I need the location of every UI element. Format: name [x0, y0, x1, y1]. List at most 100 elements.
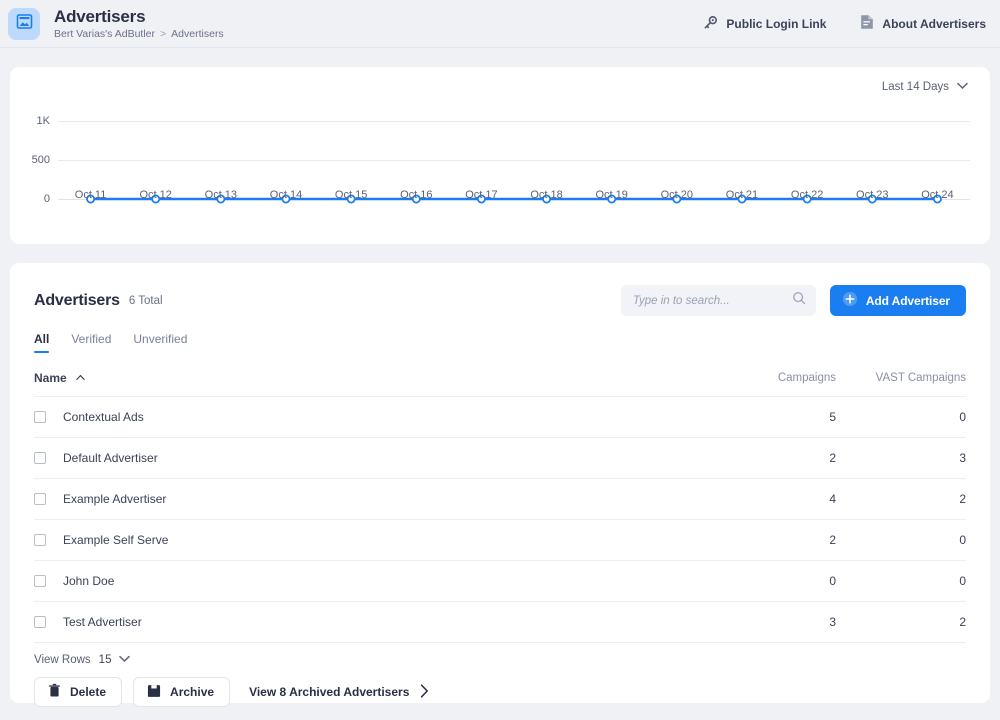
table-header-row: Name Campaigns VAST Campaigns: [34, 360, 966, 397]
key-icon: [703, 15, 718, 33]
row-name-cell: Default Advertiser: [34, 437, 701, 479]
advertiser-name[interactable]: John Doe: [63, 574, 114, 588]
view-rows-value: 15: [98, 654, 112, 666]
vast-campaigns-count: 0: [836, 396, 966, 438]
vast-campaigns-count: 0: [836, 560, 966, 602]
breadcrumb: Bert Varias's AdButler > Advertisers: [54, 28, 703, 40]
archive-label: Archive: [170, 685, 215, 699]
breadcrumb-separator: >: [160, 28, 167, 40]
tab-all[interactable]: All: [34, 332, 50, 353]
about-advertisers-label: About Advertisers: [882, 16, 986, 31]
x-tick: Oct 12: [139, 189, 172, 201]
search-box[interactable]: [620, 285, 816, 316]
campaigns-count: 2: [701, 519, 836, 561]
table-footer: View Rows 15 Delete Archive View 8 Archi…: [34, 654, 966, 707]
view-rows-selector[interactable]: View Rows 15: [34, 654, 966, 666]
row-name-cell: Example Self Serve: [34, 519, 701, 561]
add-advertiser-label: Add Advertiser: [865, 293, 950, 308]
vast-campaigns-count: 3: [836, 437, 966, 479]
chart-card: Last 14 Days 1K 500 0 Oct 11 Oct 12 Oct …: [10, 67, 990, 244]
row-checkbox[interactable]: [34, 534, 46, 546]
row-checkbox[interactable]: [34, 493, 46, 505]
view-rows-label: View Rows: [34, 654, 91, 666]
add-advertiser-button[interactable]: Add Advertiser: [829, 285, 966, 316]
search-icon[interactable]: [792, 291, 806, 310]
tab-unverified[interactable]: Unverified: [133, 332, 187, 353]
x-tick: Oct 11: [74, 189, 107, 201]
x-tick: Oct 23: [856, 189, 889, 201]
x-tick: Oct 16: [400, 189, 433, 201]
x-tick: Oct 17: [465, 189, 498, 201]
archive-box-icon: [147, 684, 161, 701]
ad-banner-icon: [16, 13, 33, 35]
vast-campaigns-count: 2: [836, 478, 966, 520]
list-header-actions: Add Advertiser: [620, 285, 966, 316]
table-row[interactable]: John Doe 0 0: [34, 560, 966, 602]
campaigns-count: 4: [701, 478, 836, 520]
vast-campaigns-count: 0: [836, 519, 966, 561]
table-body: Contextual Ads 5 0 Default Advertiser 2 …: [34, 396, 966, 643]
column-header-name-label: Name: [34, 371, 67, 385]
row-checkbox[interactable]: [34, 452, 46, 464]
advertiser-name[interactable]: Test Advertiser: [63, 615, 142, 629]
x-tick: Oct 22: [790, 189, 824, 201]
row-checkbox[interactable]: [34, 575, 46, 587]
advertiser-name[interactable]: Default Advertiser: [63, 451, 158, 465]
document-icon: [860, 14, 874, 33]
delete-label: Delete: [70, 685, 107, 699]
plus-circle-icon: [842, 291, 858, 310]
campaigns-count: 3: [701, 601, 836, 643]
table-row[interactable]: Contextual Ads 5 0: [34, 396, 966, 438]
breadcrumb-root[interactable]: Bert Varias's AdButler: [54, 28, 155, 40]
chart-series: [86, 194, 942, 204]
x-tick: Oct 13: [204, 189, 238, 201]
view-archived-advertisers-link[interactable]: View 8 Archived Advertisers: [249, 683, 429, 701]
search-input[interactable]: [632, 294, 792, 307]
column-header-campaigns[interactable]: Campaigns: [701, 360, 836, 397]
x-tick: Oct 24: [921, 189, 954, 201]
table-row[interactable]: Example Advertiser 4 2: [34, 478, 966, 520]
chevron-right-icon: [420, 683, 429, 701]
advertiser-name[interactable]: Example Self Serve: [63, 533, 168, 547]
archive-button[interactable]: Archive: [133, 677, 231, 707]
public-login-link-button[interactable]: Public Login Link: [703, 15, 826, 33]
campaigns-count: 5: [701, 396, 836, 438]
view-archived-label: View 8 Archived Advertisers: [249, 685, 410, 699]
app-header: Advertisers Bert Varias's AdButler > Adv…: [0, 0, 1000, 48]
row-name-cell: Test Advertiser: [34, 601, 701, 643]
app-logo: [8, 7, 40, 40]
x-tick: Oct 20: [660, 189, 694, 201]
table-row[interactable]: Example Self Serve 2 0: [34, 519, 966, 561]
column-header-vast-campaigns[interactable]: VAST Campaigns: [836, 360, 966, 397]
table-row[interactable]: Default Advertiser 2 3: [34, 437, 966, 479]
delete-button[interactable]: Delete: [34, 677, 123, 707]
campaigns-count: 0: [701, 560, 836, 602]
x-tick: Oct 14: [269, 189, 303, 201]
row-checkbox[interactable]: [34, 616, 46, 628]
column-header-name[interactable]: Name: [34, 360, 701, 397]
advertisers-list-card: Advertisers 6 Total Type in to search...…: [10, 263, 990, 707]
advertiser-name[interactable]: Example Advertiser: [63, 492, 166, 506]
list-title: Advertisers: [34, 291, 120, 309]
row-checkbox[interactable]: [34, 411, 46, 423]
public-login-link-label: Public Login Link: [726, 16, 827, 31]
footer-buttons: Delete Archive View 8 Archived Advertise…: [34, 677, 966, 707]
chevron-down-icon: [119, 654, 131, 666]
row-name-cell: Contextual Ads: [34, 396, 701, 438]
row-name-cell: John Doe: [34, 560, 701, 602]
table-row[interactable]: Test Advertiser 3 2: [34, 601, 966, 643]
tab-verified[interactable]: Verified: [71, 332, 111, 353]
list-total-count: 6 Total: [128, 294, 163, 307]
vast-campaigns-count: 2: [836, 601, 966, 643]
about-advertisers-button[interactable]: About Advertisers: [860, 14, 986, 33]
advertiser-name[interactable]: Contextual Ads: [63, 410, 144, 424]
trash-icon: [48, 683, 61, 701]
x-axis-labels: Oct 11 Oct 12 Oct 13 Oct 14 Oct 15 Oct 1…: [58, 189, 970, 201]
x-tick: Oct 15: [334, 189, 368, 201]
filter-tabs: All Verified Unverified: [34, 332, 966, 353]
caret-up-icon: [76, 370, 85, 384]
page-title: Advertisers: [54, 7, 146, 26]
list-header: Advertisers 6 Total Type in to search...…: [34, 285, 966, 316]
advertisers-table: Name Campaigns VAST Campaigns Contextual…: [34, 360, 966, 643]
title-block: Advertisers Bert Varias's AdButler > Adv…: [54, 7, 703, 40]
